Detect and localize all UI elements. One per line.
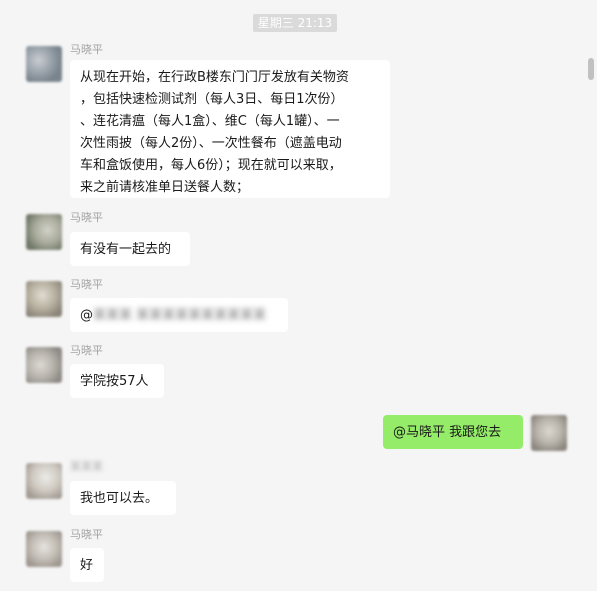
sender-name: 马晓平 [70,278,103,291]
my-avatar[interactable] [531,415,567,451]
sender-name: 马晓平 [70,344,103,357]
message-bubble[interactable]: @某某某 某某某某某某某某某某 [70,298,288,332]
avatar[interactable] [26,531,62,567]
message-bubble[interactable]: 我也可以去。 [70,481,176,515]
chat-window: 星期三 21:13 马晓平 从现在开始，在行政B楼东门门厅发放有关物资 ，包括快… [0,0,597,591]
avatar[interactable] [26,46,62,82]
redacted-text: 某某某 某某某某某某某某某某 [93,308,267,323]
message-bubble[interactable]: 从现在开始，在行政B楼东门门厅发放有关物资 ，包括快速检测试剂（每人3日、每日1… [70,60,390,198]
mention-prefix: @ [80,308,93,323]
timestamp: 星期三 21:13 [253,14,337,32]
message-bubble[interactable]: 好 [70,548,104,582]
scrollbar-thumb[interactable] [588,58,594,80]
avatar[interactable] [26,214,62,250]
my-message-bubble[interactable]: @马晓平 我跟您去 [383,415,523,449]
sender-name: 马晓平 [70,528,103,541]
message-bubble[interactable]: 学院按57人 [70,364,164,398]
sender-name: 马晓平 [70,211,103,224]
avatar[interactable] [26,347,62,383]
avatar[interactable] [26,463,62,499]
message-bubble[interactable]: 有没有一起去的 [70,232,190,266]
sender-name: 马晓平 [70,43,103,56]
sender-name: 某某某 [70,460,103,473]
avatar[interactable] [26,281,62,317]
